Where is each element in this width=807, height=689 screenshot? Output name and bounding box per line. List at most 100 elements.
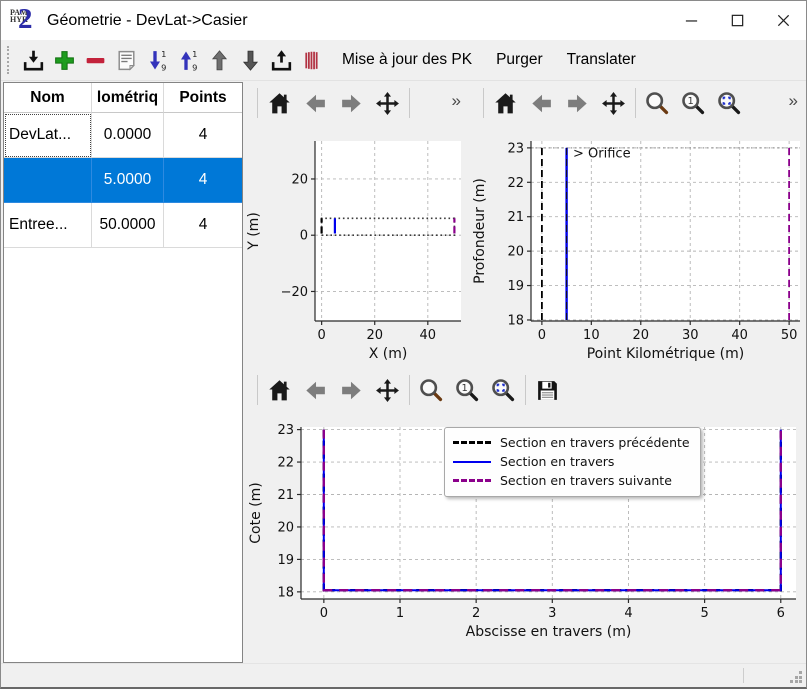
minimize-button[interactable] bbox=[668, 1, 714, 40]
magnifier-icon bbox=[419, 378, 444, 403]
cell-pk[interactable]: 0.0000 bbox=[92, 113, 164, 158]
table-row[interactable]: 5.00004 bbox=[4, 158, 242, 203]
plot-pan-button[interactable] bbox=[373, 87, 402, 119]
resize-grip[interactable] bbox=[790, 671, 802, 683]
svg-text:23: 23 bbox=[277, 423, 294, 438]
reach-table[interactable]: NomlométriqPointsDevLat...0.000045.00004… bbox=[3, 82, 243, 663]
plan-view-plot[interactable]: 02040−20020X (m)Y (m) bbox=[245, 125, 467, 368]
svg-text:Point Kilométrique (m): Point Kilométrique (m) bbox=[587, 346, 745, 362]
close-button[interactable] bbox=[760, 1, 806, 40]
cell-pk[interactable]: 50.0000 bbox=[92, 203, 164, 248]
plot-pan-button[interactable] bbox=[599, 87, 628, 119]
legend-label: Section en travers bbox=[500, 454, 614, 469]
svg-text:50: 50 bbox=[781, 328, 798, 343]
column-header[interactable]: Nom bbox=[4, 83, 92, 113]
svg-text:30: 30 bbox=[682, 328, 699, 343]
move-up-button[interactable] bbox=[204, 43, 235, 77]
legend-label: Section en travers précédente bbox=[500, 435, 690, 450]
svg-text:X (m): X (m) bbox=[369, 346, 408, 362]
plot-save-button[interactable] bbox=[533, 374, 562, 406]
plot-back-button[interactable] bbox=[301, 374, 330, 406]
purge-button[interactable]: Purger bbox=[486, 43, 553, 77]
plot-zoom-original-button[interactable] bbox=[679, 87, 708, 119]
tray-arrow-down-icon bbox=[21, 48, 46, 73]
svg-text:−20: −20 bbox=[281, 285, 308, 300]
table-row[interactable]: DevLat...0.00004 bbox=[4, 113, 242, 158]
arrow-left-icon bbox=[303, 91, 328, 116]
cross-section-toolbar bbox=[243, 368, 806, 412]
move-down-button[interactable] bbox=[235, 43, 266, 77]
svg-text:19: 19 bbox=[277, 553, 294, 568]
svg-text:19: 19 bbox=[507, 279, 524, 294]
maximize-button[interactable] bbox=[714, 1, 760, 40]
red-stripes-icon bbox=[300, 48, 325, 73]
plot-home-button[interactable] bbox=[265, 87, 294, 119]
home-icon bbox=[493, 91, 518, 116]
add-button[interactable] bbox=[49, 43, 80, 77]
plot-zoom-button[interactable] bbox=[643, 87, 672, 119]
note-icon bbox=[114, 48, 139, 73]
plot-back-button[interactable] bbox=[301, 87, 330, 119]
arrow-down-1-9-icon bbox=[145, 48, 170, 73]
svg-text:Abscisse en travers (m): Abscisse en travers (m) bbox=[466, 624, 632, 640]
cross-section-panel: 0123456181920212223Abscisse en travers (… bbox=[243, 368, 806, 663]
sort-ascending-button[interactable] bbox=[173, 43, 204, 77]
cell-points[interactable]: 4 bbox=[164, 113, 242, 158]
column-header[interactable]: lométriq bbox=[92, 83, 164, 113]
update-pk-button[interactable]: Mise à jour des PK bbox=[332, 43, 482, 77]
plot-forward-button[interactable] bbox=[337, 374, 366, 406]
svg-text:18: 18 bbox=[277, 585, 294, 600]
plot-home-button[interactable] bbox=[491, 87, 520, 119]
cell-nom[interactable] bbox=[4, 158, 92, 203]
sections-button[interactable] bbox=[297, 43, 328, 77]
plot-home-button[interactable] bbox=[265, 374, 294, 406]
svg-text:20: 20 bbox=[291, 172, 308, 187]
magnifier-selection-icon bbox=[717, 91, 742, 116]
magnifier-icon bbox=[645, 91, 670, 116]
plot-forward-button[interactable] bbox=[563, 87, 592, 119]
translate-button[interactable]: Translater bbox=[557, 43, 646, 77]
plus-icon bbox=[52, 48, 77, 73]
sort-descending-button[interactable] bbox=[142, 43, 173, 77]
cell-points[interactable]: 4 bbox=[164, 203, 242, 248]
title-bar: PAMHYR 2 Géometrie - DevLat->Casier bbox=[1, 1, 806, 40]
export-button[interactable] bbox=[266, 43, 297, 77]
svg-text:0: 0 bbox=[317, 328, 325, 343]
logo-number: 2 bbox=[18, 3, 33, 36]
import-button[interactable] bbox=[18, 43, 49, 77]
table-row[interactable]: Entree...50.00004 bbox=[4, 203, 242, 248]
svg-text:2: 2 bbox=[472, 606, 480, 621]
cell-pk[interactable]: 5.0000 bbox=[92, 158, 164, 203]
cell-points[interactable]: 4 bbox=[164, 158, 242, 203]
legend-item: Section en travers précédente bbox=[453, 433, 690, 452]
toolbar-handle[interactable] bbox=[7, 46, 14, 74]
longitudinal-profile-plot[interactable]: 01020304050181920212223Point Kilométriqu… bbox=[471, 125, 806, 368]
minimize-icon bbox=[684, 13, 699, 28]
toolbar-overflow-button[interactable]: » bbox=[787, 91, 806, 115]
plot-zoom-button[interactable] bbox=[417, 374, 446, 406]
column-header[interactable]: Points bbox=[164, 83, 242, 113]
arrow-left-icon bbox=[303, 378, 328, 403]
edit-button[interactable] bbox=[111, 43, 142, 77]
plot-zoom-original-button[interactable] bbox=[453, 374, 482, 406]
plot-zoom-selection-button[interactable] bbox=[715, 87, 744, 119]
legend-item: Section en travers suivante bbox=[453, 471, 690, 490]
svg-text:23: 23 bbox=[507, 141, 524, 156]
close-icon bbox=[776, 13, 791, 28]
svg-text:21: 21 bbox=[277, 488, 294, 503]
profile-plot-toolbar: » bbox=[469, 81, 806, 125]
svg-text:20: 20 bbox=[507, 245, 524, 260]
plot-zoom-selection-button[interactable] bbox=[489, 374, 518, 406]
cell-nom[interactable]: DevLat... bbox=[4, 113, 92, 158]
cell-nom[interactable]: Entree... bbox=[4, 203, 92, 248]
delete-button[interactable] bbox=[80, 43, 111, 77]
svg-text:Y (m): Y (m) bbox=[246, 212, 262, 251]
magnifier-1-icon bbox=[681, 91, 706, 116]
pan-move-icon bbox=[375, 91, 400, 116]
toolbar-overflow-button[interactable]: » bbox=[450, 91, 469, 115]
svg-text:20: 20 bbox=[277, 520, 294, 535]
plot-back-button[interactable] bbox=[527, 87, 556, 119]
plot-forward-button[interactable] bbox=[337, 87, 366, 119]
plot-pan-button[interactable] bbox=[373, 374, 402, 406]
svg-text:22: 22 bbox=[277, 456, 294, 471]
